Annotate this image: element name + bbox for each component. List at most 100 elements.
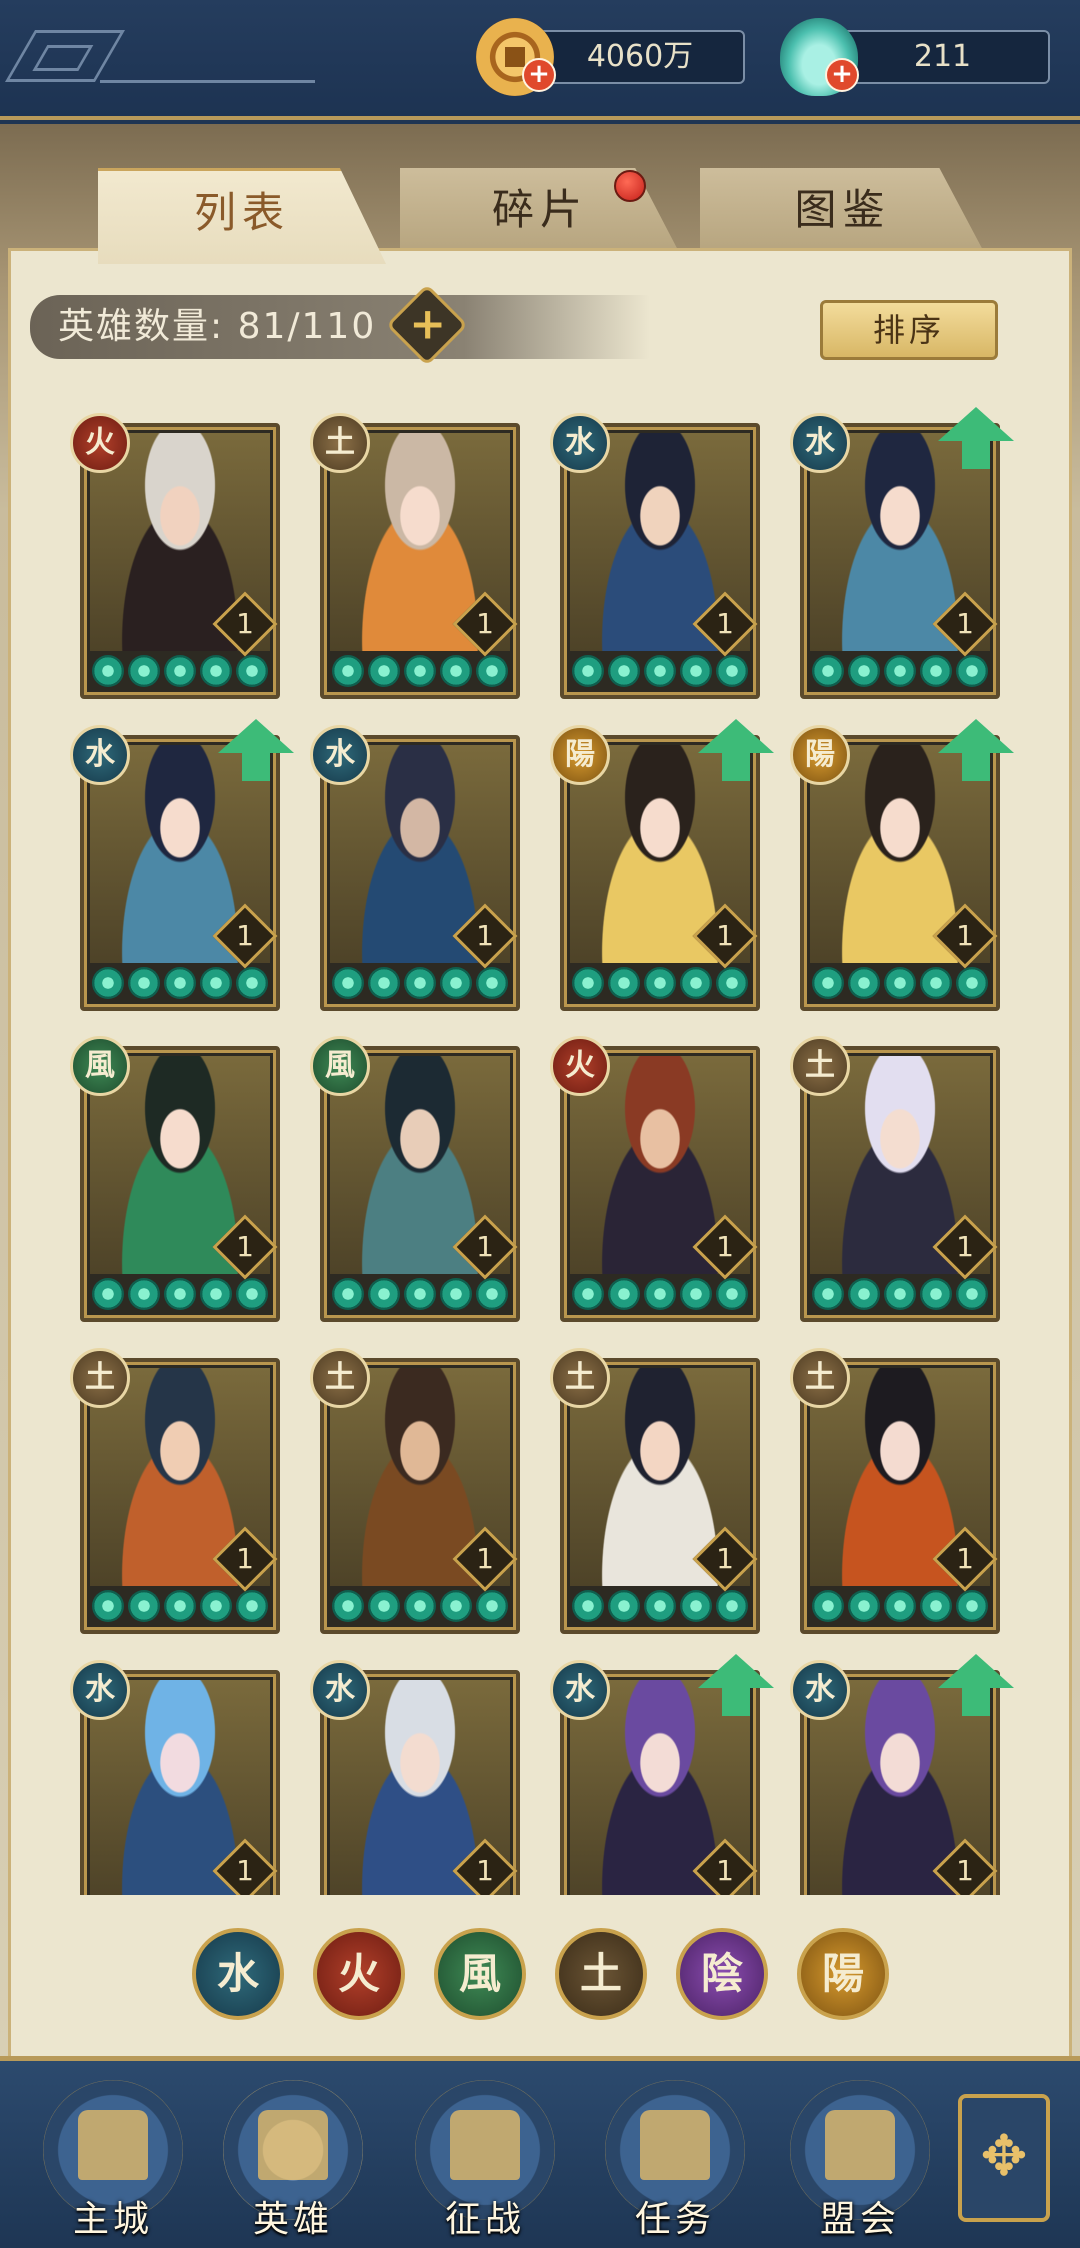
jade-star-icon [884,1278,916,1310]
hero-card[interactable]: 1水 [550,413,760,699]
more-menu-button[interactable]: ✥ [958,2094,1050,2222]
element-badge: 土 [310,1348,370,1408]
add-shells-button[interactable]: + [825,58,859,92]
jade-star-icon [128,655,160,687]
jade-star-icon [332,1590,364,1622]
nav-label: 英雄 [252,2199,333,2240]
jade-star-icon [644,1278,676,1310]
hero-card[interactable]: 1水 [310,1660,520,1895]
nav-label: 主城 [72,2199,153,2240]
hero-star-row [812,967,988,1001]
filter-earth-button[interactable]: 土 [555,1928,647,2020]
upgrade-arrow-icon [698,719,774,781]
tab-codex[interactable]: 图鉴 [700,168,985,254]
hero-level: 1 [716,607,734,640]
hero-grid: 1火1土1水1水1水1水1陽1陽1風1風1火1土1土1土1土1土1水1水1水1水 [0,405,1080,1895]
hero-card[interactable]: 1土 [790,1348,1000,1634]
nav-battle[interactable]: 征战 [410,2080,560,2240]
hero-level: 1 [716,1230,734,1263]
hero-card[interactable]: 1水 [310,725,520,1011]
jade-star-icon [236,1590,268,1622]
filter-fire-button[interactable]: 火 [313,1928,405,2020]
hero-card[interactable]: 1土 [550,1348,760,1634]
hero-star-row [812,1590,988,1624]
hero-star-row [572,1590,748,1624]
add-coins-button[interactable]: + [522,58,556,92]
nav-quest[interactable]: 任务 [600,2080,750,2240]
element-badge: 水 [310,725,370,785]
jade-star-icon [848,967,880,999]
jade-star-icon [368,1278,400,1310]
jade-star-icon [164,967,196,999]
hero-card[interactable]: 1土 [70,1348,280,1634]
hero-level: 1 [236,1542,254,1575]
jade-star-icon [572,967,604,999]
hero-card[interactable]: 1火 [550,1036,760,1322]
hero-card[interactable]: 1土 [310,413,520,699]
nav-label: 任务 [634,2199,715,2240]
hero-card[interactable]: 1水 [790,1654,1014,1895]
hero-star-row [92,967,268,1001]
hero-card[interactable]: 1陽 [550,719,774,1011]
element-badge: 陽 [790,725,850,785]
jade-star-icon [812,655,844,687]
upgrade-arrow-icon [938,719,1014,781]
game-logo-icon [4,30,126,82]
hero-level: 1 [236,1230,254,1263]
hero-card[interactable]: 1水 [550,1654,774,1895]
jade-star-icon [956,1590,988,1622]
hero-star-row [332,1278,508,1312]
jade-star-icon [404,1278,436,1310]
jade-star-icon [92,967,124,999]
jade-star-icon [164,1590,196,1622]
hero-card[interactable]: 1土 [310,1348,520,1634]
nav-alliance[interactable]: 盟会 [785,2080,935,2240]
jade-star-icon [332,967,364,999]
hero-card[interactable]: 1土 [790,1036,1000,1322]
hero-level: 1 [476,1542,494,1575]
jade-star-icon [956,655,988,687]
jade-star-icon [680,655,712,687]
element-filter-bar: 水 火 風 土 陰 陽 [192,1928,892,2024]
hero-card[interactable]: 1風 [310,1036,520,1322]
nav-heroes[interactable]: 英雄 [218,2080,368,2240]
element-badge: 土 [550,1348,610,1408]
hero-card[interactable]: 1風 [70,1036,280,1322]
element-badge: 水 [790,1660,850,1720]
hero-card[interactable]: 1水 [70,719,294,1011]
hero-count-label: 英雄数量: [58,306,225,347]
hero-level: 1 [716,1542,734,1575]
tab-list[interactable]: 列表 [98,168,386,264]
nav-main-city[interactable]: 主城 [38,2080,188,2240]
plus-icon: + [409,298,447,350]
hero-card[interactable]: 1水 [70,1660,280,1895]
filter-water-button[interactable]: 水 [192,1928,284,2020]
element-badge: 水 [70,1660,130,1720]
filter-yang-button[interactable]: 陽 [797,1928,889,2020]
element-badge: 風 [310,1036,370,1096]
filter-yin-button[interactable]: 陰 [676,1928,768,2020]
hero-level: 1 [476,1230,494,1263]
upgrade-arrow-icon [938,407,1014,469]
upgrade-arrow-icon [218,719,294,781]
element-badge: 水 [310,1660,370,1720]
hero-star-row [812,655,988,689]
jade-star-icon [608,655,640,687]
jade-star-icon [92,1590,124,1622]
upgrade-arrow-icon [938,1654,1014,1716]
hero-card[interactable]: 1陽 [790,719,1014,1011]
jade-star-icon [476,967,508,999]
jade-star-icon [404,655,436,687]
jade-star-icon [368,967,400,999]
jade-star-icon [404,1590,436,1622]
filter-wind-button[interactable]: 風 [434,1928,526,2020]
jade-star-icon [608,967,640,999]
hero-card[interactable]: 1火 [70,413,280,699]
jade-star-icon [920,967,952,999]
jade-star-icon [848,1278,880,1310]
jade-star-icon [884,967,916,999]
jade-star-icon [440,1590,472,1622]
sort-button[interactable]: 排序 [820,300,998,360]
hero-star-row [92,1590,268,1624]
hero-card[interactable]: 1水 [790,407,1014,699]
